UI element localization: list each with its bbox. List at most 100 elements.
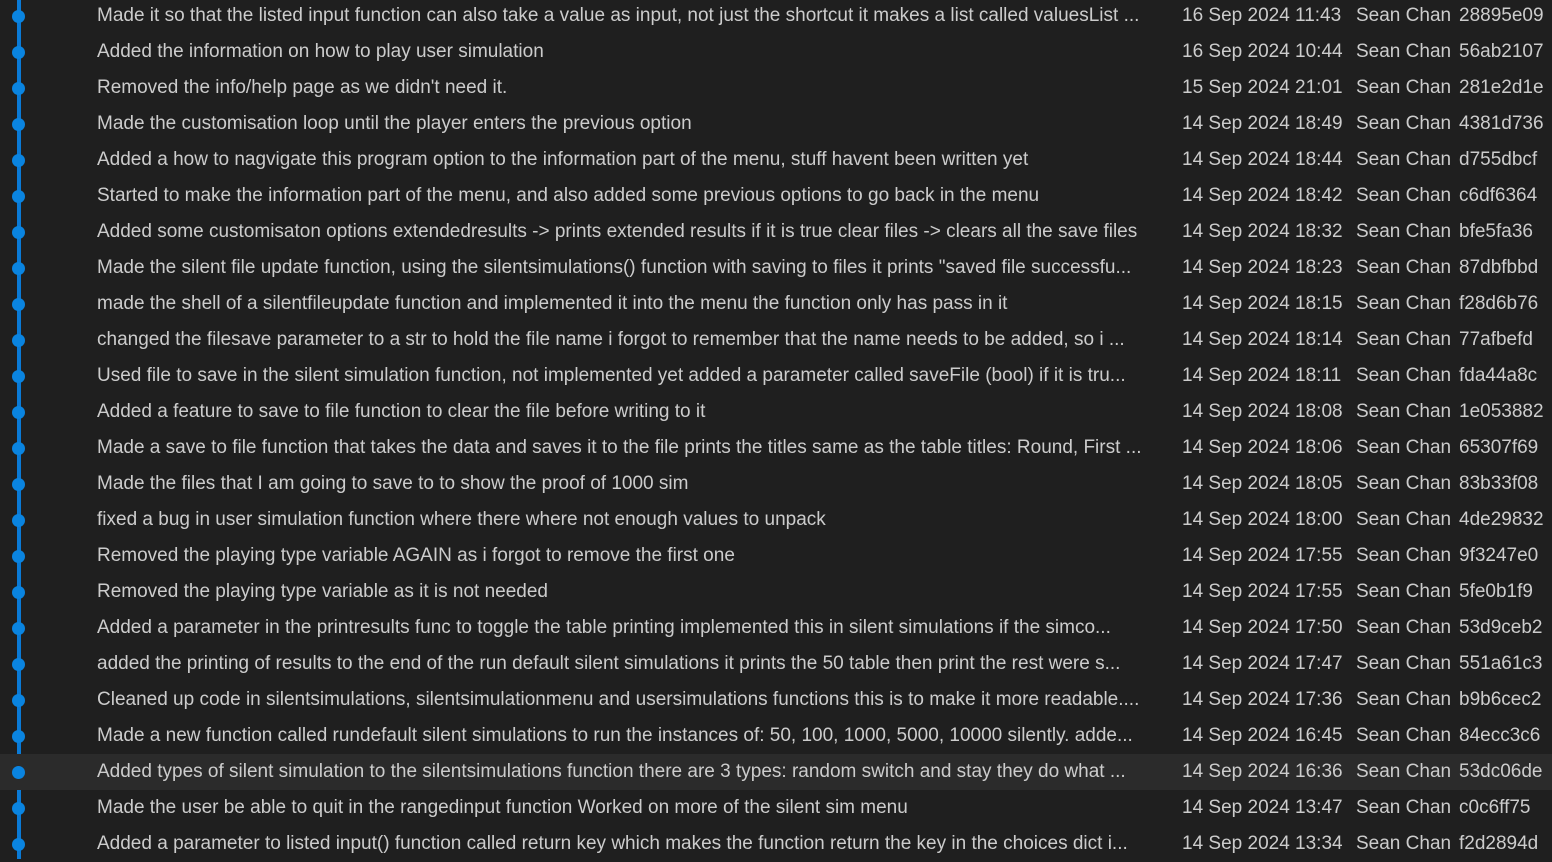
commit-row[interactable]: Added a parameter to listed input() func… [0,826,1552,862]
commit-dot-icon [12,838,25,851]
commit-row[interactable]: Made the customisation loop until the pl… [0,106,1552,142]
commit-hash: 56ab2107 [1459,41,1544,62]
commit-date: 14 Sep 2024 18:11 [1182,365,1342,386]
commit-row[interactable]: Made it so that the listed input functio… [0,0,1552,34]
commit-row[interactable]: Used file to save in the silent simulati… [0,358,1552,394]
commit-message: Added a how to nagvigate this program op… [97,149,1029,170]
commit-message: Removed the playing type variable AGAIN … [97,545,735,566]
commit-hash: f28d6b76 [1459,293,1539,314]
commit-message: fixed a bug in user simulation function … [97,509,826,530]
commit-date: 14 Sep 2024 18:23 [1182,257,1343,278]
commit-row[interactable]: Made a save to file function that takes … [0,430,1552,466]
commit-dot-icon [12,262,25,275]
commit-dot-icon [12,406,25,419]
commit-hash: b9b6cec2 [1459,689,1542,710]
commit-author: Sean Chan [1356,761,1452,782]
commit-hash: bfe5fa36 [1459,221,1533,242]
commit-author: Sean Chan [1356,689,1452,710]
commit-author: Sean Chan [1356,77,1452,98]
commit-message: Used file to save in the silent simulati… [97,365,1126,386]
commit-author: Sean Chan [1356,509,1452,530]
commit-row[interactable]: added the printing of results to the end… [0,646,1552,682]
commit-author: Sean Chan [1356,545,1452,566]
commit-message: made the shell of a silentfileupdate fun… [97,293,1008,314]
commit-dot-icon [12,334,25,347]
commit-dot-icon [12,298,25,311]
commit-row[interactable]: Removed the info/help page as we didn't … [0,70,1552,106]
commit-row[interactable]: Started to make the information part of … [0,178,1552,214]
commit-message: Added a parameter to listed input() func… [97,833,1128,854]
commit-dot-icon [12,550,25,563]
commit-author: Sean Chan [1356,581,1452,602]
commit-row[interactable]: Added the information on how to play use… [0,34,1552,70]
commit-row[interactable]: Added a feature to save to file function… [0,394,1552,430]
commit-hash: 551a61c3 [1459,653,1543,674]
commit-date: 14 Sep 2024 18:49 [1182,113,1343,134]
commit-date: 14 Sep 2024 16:45 [1182,725,1343,746]
commit-message: Made a save to file function that takes … [97,437,1142,458]
commit-row[interactable]: Added types of silent simulation to the … [0,754,1552,790]
commit-author: Sean Chan [1356,653,1452,674]
commit-dot-icon [12,10,25,23]
commit-date: 14 Sep 2024 17:55 [1182,581,1343,602]
commit-message: Made it so that the listed input functio… [97,5,1140,26]
commit-date: 14 Sep 2024 18:44 [1182,149,1343,170]
commit-hash: c0c6ff75 [1459,797,1531,818]
commit-dot-icon [12,622,25,635]
commit-row[interactable]: fixed a bug in user simulation function … [0,502,1552,538]
commit-row[interactable]: Made the silent file update function, us… [0,250,1552,286]
commit-row[interactable]: Added a how to nagvigate this program op… [0,142,1552,178]
commit-row[interactable]: Made the files that I am going to save t… [0,466,1552,502]
commit-hash: 281e2d1e [1459,77,1544,98]
commit-hash: 84ecc3c6 [1459,725,1541,746]
commit-row[interactable]: Made the user be able to quit in the ran… [0,790,1552,826]
commit-dot-icon [12,442,25,455]
commit-hash: 77afbefd [1459,329,1533,350]
commit-date: 16 Sep 2024 11:43 [1182,5,1342,26]
commit-dot-icon [12,154,25,167]
commit-row[interactable]: made the shell of a silentfileupdate fun… [0,286,1552,322]
commit-row[interactable]: Added a parameter in the printresults fu… [0,610,1552,646]
commit-date: 16 Sep 2024 10:44 [1182,41,1343,62]
commit-date: 14 Sep 2024 18:14 [1182,329,1343,350]
commit-author: Sean Chan [1356,113,1452,134]
commit-row[interactable]: changed the filesave parameter to a str … [0,322,1552,358]
commit-date: 14 Sep 2024 17:36 [1182,689,1343,710]
commit-dot-icon [12,226,25,239]
commit-message: Added types of silent simulation to the … [97,761,1126,782]
commit-hash: 53d9ceb2 [1459,617,1543,638]
commit-hash: c6df6364 [1459,185,1538,206]
commit-message: changed the filesave parameter to a str … [97,329,1125,350]
commit-author: Sean Chan [1356,185,1452,206]
commit-author: Sean Chan [1356,401,1452,422]
commit-row[interactable]: Removed the playing type variable as it … [0,574,1552,610]
commit-message: Made the silent file update function, us… [97,257,1132,278]
commit-date: 14 Sep 2024 17:50 [1182,617,1343,638]
commit-dot-icon [12,730,25,743]
commit-date: 15 Sep 2024 21:01 [1182,77,1343,98]
commit-hash: d755dbcf [1459,149,1538,170]
commit-hash: 4de29832 [1459,509,1544,530]
commit-author: Sean Chan [1356,221,1452,242]
commit-row[interactable]: Added some customisaton options extended… [0,214,1552,250]
commit-message: Made the customisation loop until the pl… [97,113,692,134]
commit-message: Removed the info/help page as we didn't … [97,77,508,98]
commit-hash: fda44a8c [1459,365,1538,386]
commit-date: 14 Sep 2024 18:42 [1182,185,1343,206]
commit-hash: 65307f69 [1459,437,1539,458]
commit-dot-icon [12,586,25,599]
commit-row[interactable]: Removed the playing type variable AGAIN … [0,538,1552,574]
commit-author: Sean Chan [1356,725,1452,746]
commit-message: Made the user be able to quit in the ran… [97,797,908,818]
commit-author: Sean Chan [1356,797,1452,818]
commit-message: Added a parameter in the printresults fu… [97,617,1111,638]
commit-dot-icon [12,658,25,671]
commit-date: 14 Sep 2024 13:47 [1182,797,1343,818]
commit-date: 14 Sep 2024 17:47 [1182,653,1343,674]
commit-hash: 1e053882 [1459,401,1544,422]
commit-row[interactable]: Cleaned up code in silentsimulations, si… [0,682,1552,718]
commit-date: 14 Sep 2024 18:08 [1182,401,1343,422]
commit-date: 14 Sep 2024 17:55 [1182,545,1343,566]
commit-author: Sean Chan [1356,473,1452,494]
commit-row[interactable]: Made a new function called rundefault si… [0,718,1552,754]
